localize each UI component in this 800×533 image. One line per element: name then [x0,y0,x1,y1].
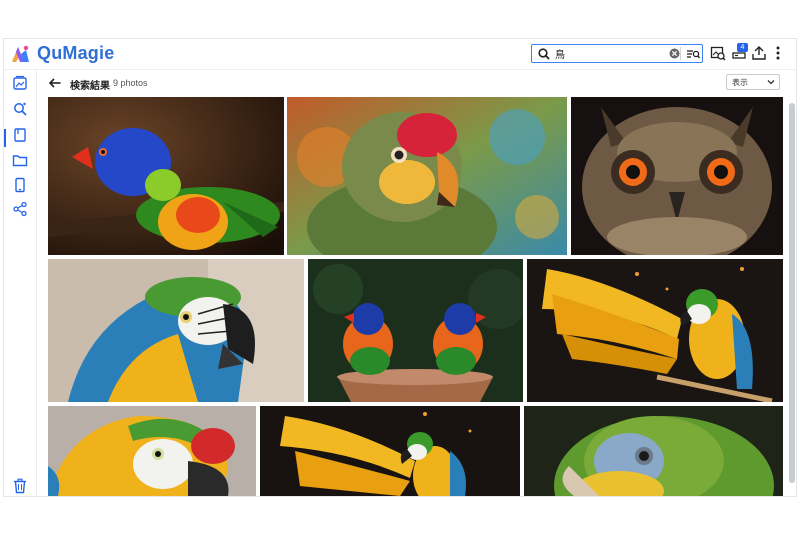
results-header: 検索結果 9 photos 表示 [46,74,780,94]
album-icon[interactable] [12,127,28,143]
photo-macaw-wings[interactable] [527,259,783,402]
page-title: 検索結果 [70,81,110,92]
photo-amazon-parrot[interactable] [524,406,783,496]
folder-icon[interactable] [12,152,28,168]
app-logo[interactable]: QuMagie [10,43,114,64]
more-options-icon[interactable] [770,45,786,61]
search-box[interactable] [531,44,703,63]
qumagie-logo-icon [12,45,29,62]
view-mode-select[interactable]: 表示 [726,74,780,90]
photo-grid [48,97,783,496]
photos-icon[interactable] [12,75,28,91]
search-input[interactable] [555,46,655,61]
search-icon [538,47,550,60]
sidebar [4,70,37,496]
photo-lorikeet[interactable] [48,97,284,255]
view-mode-label: 表示 [732,78,748,87]
clear-search-icon[interactable] [669,48,680,59]
photo-parrot-head[interactable] [287,97,567,255]
photo-count: 9 photos [113,78,148,88]
chevron-down-icon [767,80,775,85]
photo-macaw-closeup[interactable] [48,406,256,496]
upload-icon[interactable] [751,45,767,61]
photo-lorikeets-pair[interactable] [308,259,523,402]
device-icon[interactable] [12,177,28,193]
trash-icon[interactable] [12,478,28,494]
back-arrow-icon[interactable] [48,76,62,90]
smart-search-icon[interactable] [12,101,28,117]
advanced-search-icon[interactable] [686,47,700,61]
app-window: QuMagie 鳥 4 検索結果 9 photos 表示 [3,38,797,497]
top-bar: QuMagie 鳥 4 [4,39,796,70]
share-icon[interactable] [12,201,28,217]
photo-owl[interactable] [571,97,783,255]
app-name: QuMagie [37,43,115,63]
task-count-badge: 4 [737,43,748,52]
photo-macaw-wings-2[interactable] [260,406,520,496]
photo-macaw[interactable] [48,259,304,402]
image-search-icon[interactable] [710,45,726,61]
scrollbar[interactable] [789,103,795,483]
search-divider [680,47,681,60]
active-indicator [4,129,6,147]
